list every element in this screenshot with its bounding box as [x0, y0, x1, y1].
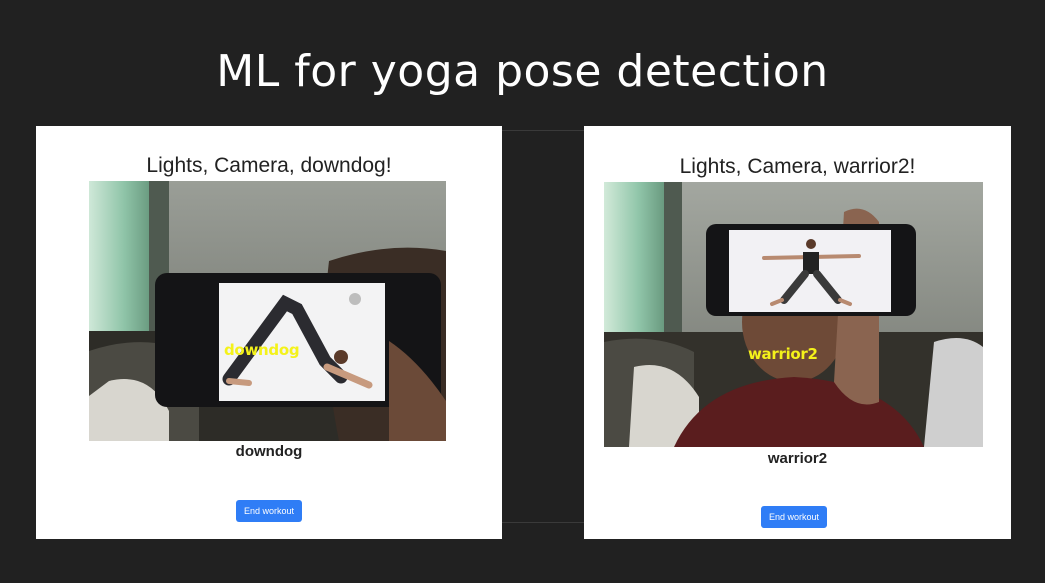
- pose-overlay-label: warrior2: [748, 345, 818, 363]
- slide: ML for yoga pose detection Lights, Camer…: [0, 0, 1045, 583]
- panel-heading: Lights, Camera, downdog!: [146, 154, 392, 177]
- end-workout-button[interactable]: End workout: [236, 500, 303, 522]
- divider-line-top: [501, 130, 584, 131]
- webcam-frame-image: [604, 182, 983, 447]
- warrior2-panel: Lights, Camera, warrior2! warrior2 warri…: [584, 126, 1011, 539]
- divider-line-bottom: [501, 522, 584, 523]
- webcam-frame-image: [89, 181, 446, 441]
- detected-pose-label: downdog: [235, 443, 303, 460]
- downdog-panel: Lights, Camera, downdog! downdog downdog…: [36, 126, 502, 539]
- webcam-feed: downdog: [89, 181, 446, 441]
- webcam-feed: warrior2: [604, 182, 983, 447]
- end-workout-button[interactable]: End workout: [761, 506, 828, 528]
- detected-pose-label: warrior2: [767, 450, 828, 467]
- panel-heading: Lights, Camera, warrior2!: [679, 155, 916, 178]
- pose-overlay-label: downdog: [224, 341, 300, 359]
- slide-title: ML for yoga pose detection: [216, 46, 829, 97]
